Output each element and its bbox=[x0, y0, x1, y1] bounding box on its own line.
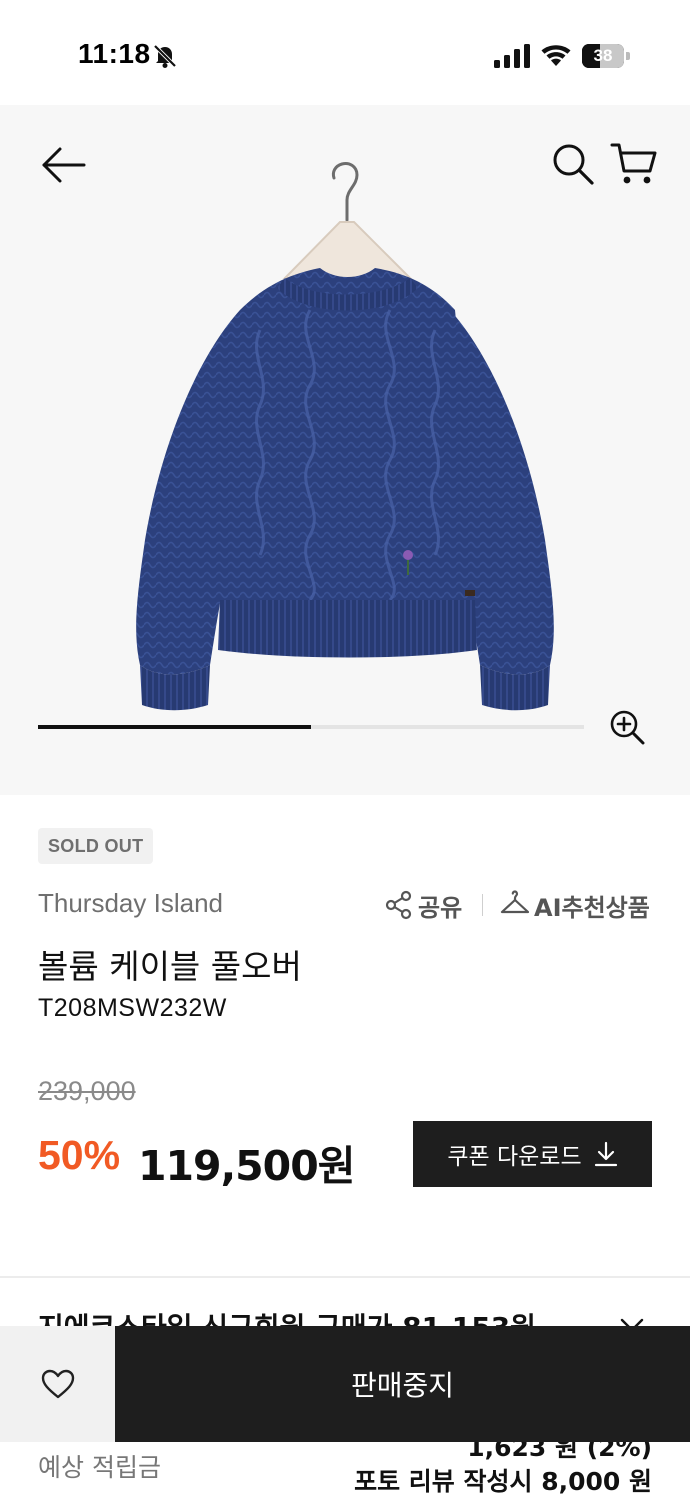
discount-rate: 50% bbox=[38, 1132, 121, 1178]
share-label: 공유 bbox=[418, 893, 463, 922]
product-code: T208MSW232W bbox=[38, 994, 227, 1022]
share-icon bbox=[385, 890, 412, 920]
status-time: 11:18 bbox=[78, 38, 151, 69]
ai-recommend-button[interactable]: AI추천상품 bbox=[500, 888, 650, 922]
sales-stopped-button[interactable]: 판매중지 bbox=[115, 1326, 690, 1442]
points-label: 예상 적립금 bbox=[38, 1453, 161, 1482]
download-icon bbox=[594, 1141, 617, 1167]
review-bonus: 포토 리뷰 작성시 8,000 원 bbox=[354, 1467, 652, 1496]
original-price: 239,000 bbox=[38, 1076, 136, 1106]
signal-icon bbox=[494, 44, 530, 68]
sale-price: 119,500원 bbox=[138, 1142, 355, 1190]
bell-off-icon bbox=[153, 44, 177, 68]
wifi-icon bbox=[541, 45, 571, 66]
coupon-download-label: 쿠폰 다운로드 bbox=[447, 1144, 582, 1170]
ai-recommend-label: AI추천상품 bbox=[534, 893, 650, 922]
zoom-in-icon[interactable] bbox=[608, 708, 646, 746]
cart-icon[interactable] bbox=[610, 141, 658, 187]
status-bar: 11:18 38 bbox=[0, 0, 690, 105]
brand-name-link[interactable]: Thursday Island bbox=[38, 888, 223, 919]
image-carousel-progress bbox=[38, 725, 584, 729]
bottom-action-bar: 판매중지 bbox=[0, 1326, 690, 1442]
action-divider bbox=[482, 894, 483, 916]
product-name: 볼륨 케이블 풀오버 bbox=[38, 947, 302, 986]
heart-icon bbox=[41, 1369, 74, 1399]
battery-icon: 38 bbox=[582, 44, 630, 68]
hanger-icon bbox=[500, 890, 530, 914]
image-carousel-progress-fill bbox=[38, 725, 311, 729]
wishlist-button[interactable] bbox=[0, 1326, 115, 1442]
product-image-gallery[interactable] bbox=[0, 105, 690, 795]
share-button[interactable]: 공유 bbox=[384, 888, 462, 922]
back-arrow-icon[interactable] bbox=[38, 143, 90, 187]
product-image[interactable] bbox=[120, 160, 570, 720]
battery-level-text: 38 bbox=[593, 46, 613, 65]
coupon-download-button[interactable]: 쿠폰 다운로드 bbox=[413, 1121, 652, 1187]
section-divider bbox=[0, 1276, 690, 1278]
sold-out-badge: SOLD OUT bbox=[38, 828, 154, 864]
